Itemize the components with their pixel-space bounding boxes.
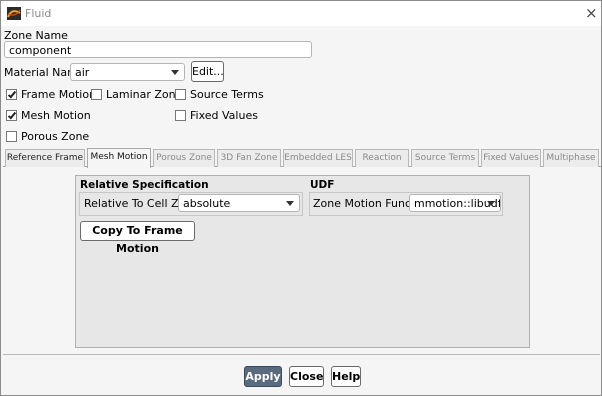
material-name-value: air (75, 66, 90, 79)
fluent-app-icon (7, 7, 21, 20)
apply-button[interactable]: Apply (244, 366, 282, 387)
tab-reference-frame[interactable]: Reference Frame (5, 149, 85, 167)
tab-reaction[interactable]: Reaction (355, 149, 409, 167)
tab-porous-zone[interactable]: Porous Zone (153, 149, 215, 167)
porous-zone-checkbox[interactable] (6, 131, 17, 142)
relative-cell-zone-value: absolute (183, 197, 231, 210)
tab-3d-fan-zone[interactable]: 3D Fan Zone (217, 149, 281, 167)
frame-motion-label: Frame Motion (21, 88, 97, 101)
chevron-down-icon (487, 201, 495, 206)
relative-cell-zone-select[interactable]: absolute (178, 194, 300, 212)
tab-source-terms[interactable]: Source Terms (411, 149, 479, 167)
porous-zone-label: Porous Zone (21, 130, 90, 143)
close-button[interactable]: Close (289, 366, 324, 387)
tab-fixed-values[interactable]: Fixed Values (481, 149, 541, 167)
copy-to-frame-motion-button[interactable]: Copy To Frame Motion (80, 221, 195, 255)
help-button[interactable]: Help (331, 366, 361, 387)
material-name-select[interactable]: air (70, 63, 185, 81)
mesh-motion-checkbox[interactable] (6, 110, 17, 121)
footer-separator (3, 354, 600, 355)
material-edit-button[interactable]: Edit... (191, 61, 224, 82)
source-terms-label: Source Terms (190, 88, 264, 101)
tab-mesh-motion[interactable]: Mesh Motion (87, 148, 151, 168)
window-title: Fluid (25, 7, 52, 20)
title-bar: Fluid × (1, 1, 601, 26)
check-icon (7, 89, 17, 99)
tab-multiphase[interactable]: Multiphase (543, 149, 599, 167)
chevron-down-icon (171, 70, 179, 75)
tab-bar: Reference Frame Mesh Motion Porous Zone … (3, 148, 601, 168)
check-icon (7, 110, 17, 120)
chevron-down-icon (286, 201, 294, 206)
close-icon[interactable]: × (585, 4, 598, 22)
mesh-motion-panel: Relative Specification Relative To Cell … (75, 175, 530, 348)
laminar-zone-checkbox[interactable] (91, 89, 102, 100)
source-terms-checkbox[interactable] (175, 89, 186, 100)
laminar-zone-label: Laminar Zone (106, 88, 183, 101)
zone-name-input[interactable]: component (4, 41, 312, 58)
zone-motion-function-select[interactable]: mmotion::libudf (409, 194, 501, 212)
fluid-dialog: Fluid × Zone Name component Material Nam… (0, 0, 602, 396)
fixed-values-label: Fixed Values (190, 109, 258, 122)
mesh-motion-label: Mesh Motion (21, 109, 91, 122)
fixed-values-checkbox[interactable] (175, 110, 186, 121)
udf-title: UDF (310, 179, 335, 191)
frame-motion-checkbox[interactable] (6, 89, 17, 100)
tab-embedded-les[interactable]: Embedded LES (283, 149, 353, 167)
relative-specification-title: Relative Specification (80, 179, 209, 191)
